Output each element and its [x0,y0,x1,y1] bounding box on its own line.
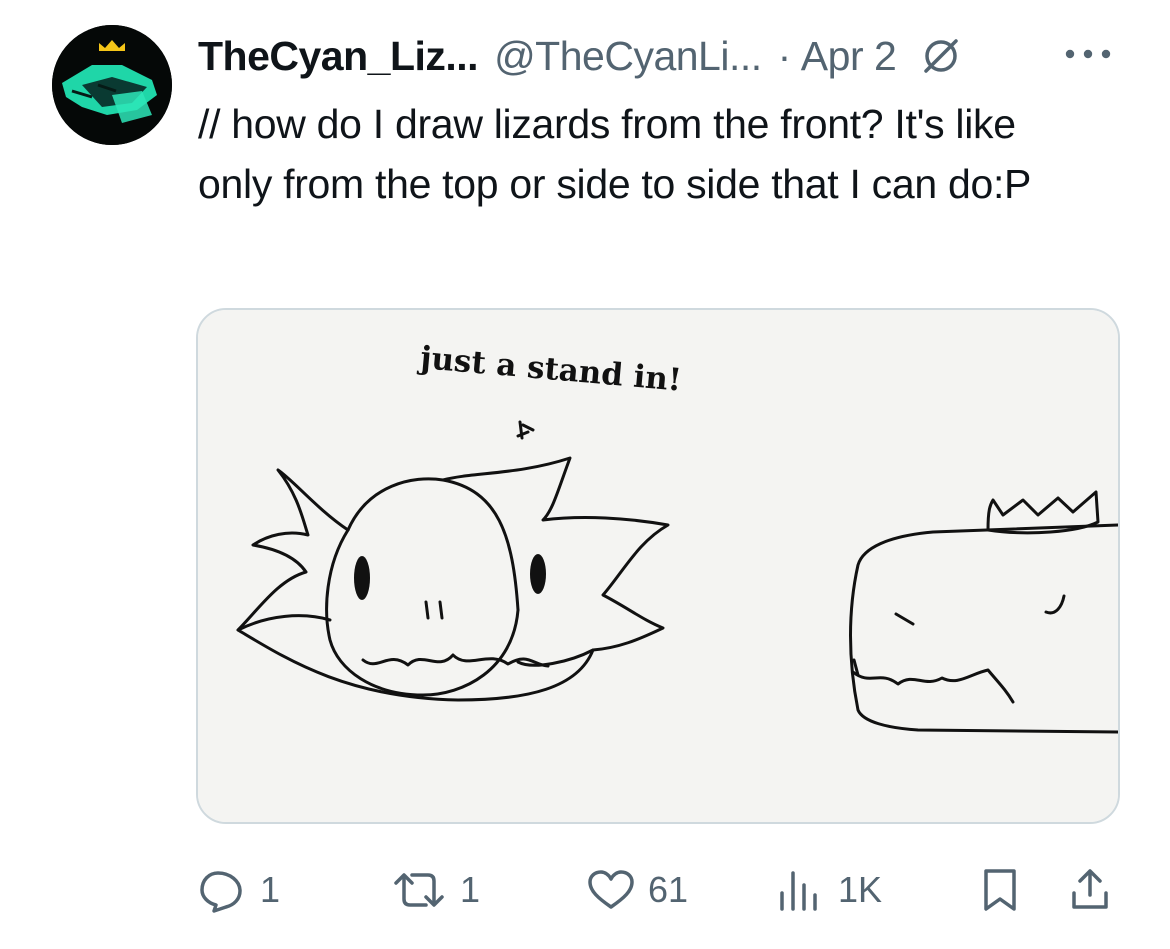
reply-icon [200,871,242,913]
avatar[interactable] [52,25,172,145]
repost-count: 1 [460,869,481,910]
action-bar: 1 1 61 1K [196,860,1120,920]
repost-button[interactable]: 1 [388,860,480,920]
like-count: 61 [648,869,689,910]
separator-dot: · [777,32,792,79]
share-icon [1072,869,1108,909]
bar-chart-icon [780,871,817,911]
more-options-icon[interactable] [1060,34,1116,74]
like-button[interactable]: 61 [584,860,688,920]
crowned-lizard-avatar-icon [52,25,172,145]
user-handle[interactable]: @TheCyanLi... [494,33,762,80]
display-name[interactable]: TheCyan_Liz... [198,33,479,80]
post-date[interactable]: Apr 2 [801,33,897,80]
lizard-eye-right [530,554,546,594]
view-count: 1K [838,869,883,910]
tweet-text: // how do I draw lizards from the front?… [198,101,1032,207]
edited-circle-slash-icon[interactable] [918,33,964,79]
bookmark-button[interactable] [976,860,1024,920]
heart-icon [588,870,634,909]
reply-button[interactable]: 1 [196,860,280,920]
media-image[interactable]: just a stand in! [196,308,1120,824]
share-button[interactable] [1066,860,1114,920]
repost-icon [394,873,444,907]
tweet-header: TheCyan_Liz... @TheCyanLi... · Apr 2 [198,28,964,84]
views-button[interactable]: 1K [774,860,882,920]
bookmark-icon [984,869,1016,911]
tweet[interactable]: TheCyan_Liz... @TheCyanLi... · Apr 2 // … [0,0,1170,949]
lizard-eye-left [354,556,370,600]
reply-count: 1 [260,869,281,910]
